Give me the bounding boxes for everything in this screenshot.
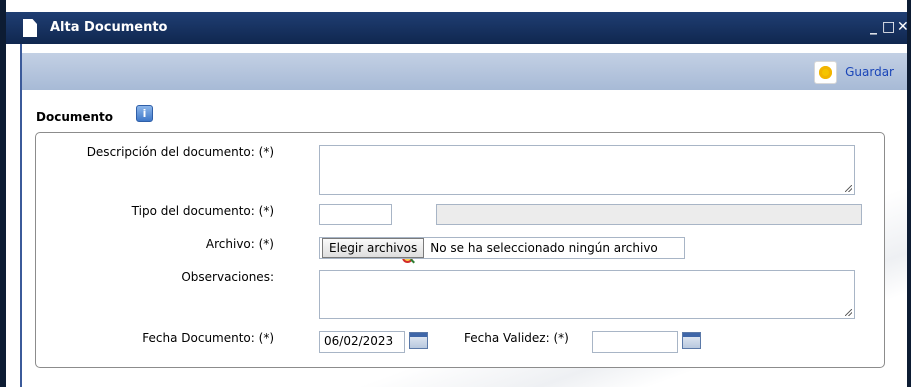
file-status-text: No se ha seleccionado ningún archivo — [430, 241, 658, 255]
tipo-label: Tipo del documento: (*) — [131, 204, 274, 218]
document-form-panel: Descripción del documento: (*) Tipo del … — [35, 132, 885, 368]
choose-files-button[interactable]: Elegir archivos — [322, 238, 425, 258]
window-title: Alta Documento — [50, 20, 168, 35]
archivo-label: Archivo: (*) — [205, 237, 274, 251]
save-button-label: Guardar — [845, 65, 894, 79]
tipo-code-input[interactable] — [319, 204, 392, 225]
close-button[interactable]: ✕ — [897, 19, 909, 35]
file-input[interactable]: Elegir archivos No se ha seleccionado ni… — [319, 237, 685, 259]
window-titlebar[interactable]: Alta Documento _ □ ✕ — [6, 12, 909, 44]
section-title: Documento — [36, 110, 114, 124]
window-content: Guardar Documento i Descripción del docu… — [14, 44, 907, 387]
toolbar: Guardar — [22, 53, 907, 90]
info-icon[interactable]: i — [136, 105, 153, 122]
descripcion-label: Descripción del documento: (*) — [86, 145, 274, 159]
resize-grip-icon[interactable] — [845, 309, 852, 316]
descripcion-textarea[interactable] — [319, 145, 855, 195]
resize-grip-icon[interactable] — [845, 185, 852, 192]
calendar-icon[interactable] — [409, 332, 428, 349]
tipo-description-field — [436, 204, 862, 225]
observaciones-textarea[interactable] — [319, 270, 855, 319]
minimize-button[interactable]: _ — [870, 19, 877, 35]
window-right-border — [907, 0, 911, 387]
maximize-button[interactable]: □ — [882, 19, 895, 35]
content-left-border — [20, 44, 22, 387]
fecha-validez-label: Fecha Validez: (*) — [464, 331, 569, 345]
save-button[interactable]: Guardar — [814, 59, 894, 85]
document-icon — [23, 19, 37, 37]
save-icon — [814, 60, 838, 84]
fecha-validez-input[interactable] — [592, 331, 678, 353]
calendar-icon[interactable] — [682, 332, 701, 349]
fecha-documento-input[interactable]: 06/02/2023 — [319, 331, 405, 353]
window-left-border — [0, 0, 6, 387]
fecha-documento-label: Fecha Documento: (*) — [142, 331, 274, 345]
observaciones-label: Observaciones: — [181, 270, 274, 284]
